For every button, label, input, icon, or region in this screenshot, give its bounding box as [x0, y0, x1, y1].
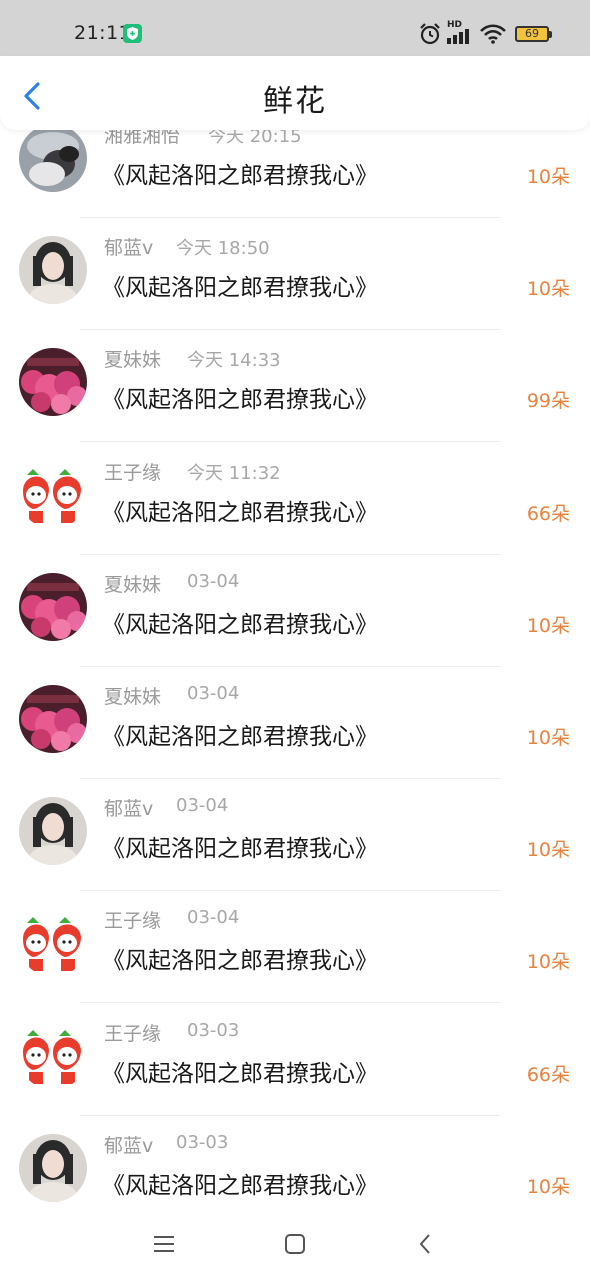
list-item[interactable]: 夏妹妹 03-04 《风起洛阳之郎君撩我心》 10朵: [0, 555, 590, 667]
book-title: 《风起洛阳之郎君撩我心》: [102, 1061, 378, 1087]
list-item[interactable]: 湘雅湘怡 今天 20:15 《风起洛阳之郎君撩我心》 10朵: [0, 128, 590, 218]
list-item[interactable]: 王子缘 03-04 《风起洛阳之郎君撩我心》 10朵: [0, 891, 590, 1003]
sent-time: 03-04: [187, 907, 240, 928]
sender-name: 郁蓝v: [104, 1135, 154, 1157]
system-nav-bar: [0, 1210, 590, 1280]
nav-bar: 鲜花: [0, 56, 590, 130]
list-item[interactable]: 郁蓝v 今天 18:50 《风起洛阳之郎君撩我心》 10朵: [0, 218, 590, 330]
avatar[interactable]: [19, 348, 87, 416]
book-title: 《风起洛阳之郎君撩我心》: [102, 1173, 378, 1199]
flower-amount: 10朵: [526, 278, 570, 300]
sent-time: 03-04: [176, 795, 229, 816]
flower-amount: 66朵: [526, 503, 570, 525]
list-item[interactable]: 王子缘 03-03 《风起洛阳之郎君撩我心》 66朵: [0, 1004, 590, 1116]
list-item[interactable]: 夏妹妹 今天 14:33 《风起洛阳之郎君撩我心》 99朵: [0, 330, 590, 442]
sent-time: 今天 14:33: [187, 350, 281, 371]
sent-time: 今天 11:32: [187, 463, 281, 484]
sender-name: 王子缘: [104, 462, 162, 484]
flower-amount: 66朵: [526, 1064, 570, 1086]
sent-time: 03-04: [187, 683, 240, 704]
sender-name: 王子缘: [104, 910, 162, 932]
sender-name: 夏妹妹: [104, 574, 162, 596]
battery-level: 69: [525, 27, 539, 40]
status-bar: 21:11 HD 69: [0, 0, 590, 56]
book-title: 《风起洛阳之郎君撩我心》: [102, 836, 378, 862]
flower-amount: 10朵: [526, 839, 570, 861]
sent-time: 03-03: [187, 1020, 240, 1041]
avatar[interactable]: [19, 236, 87, 304]
list-item[interactable]: 夏妹妹 03-04 《风起洛阳之郎君撩我心》 10朵: [0, 667, 590, 779]
sender-name: 湘雅湘怡: [104, 128, 181, 147]
book-title: 《风起洛阳之郎君撩我心》: [102, 163, 378, 189]
flower-amount: 10朵: [526, 615, 570, 637]
list-item[interactable]: 王子缘 今天 11:32 《风起洛阳之郎君撩我心》 66朵: [0, 443, 590, 555]
avatar[interactable]: [19, 1022, 87, 1090]
book-title: 《风起洛阳之郎君撩我心》: [102, 387, 378, 413]
battery-tip: [549, 31, 552, 38]
menu-icon[interactable]: [152, 1232, 176, 1260]
flower-amount: 10朵: [526, 166, 570, 188]
row-divider: [80, 441, 500, 442]
avatar[interactable]: [19, 1134, 87, 1202]
signal-icon: [447, 28, 475, 48]
avatar[interactable]: [19, 685, 87, 753]
list-item[interactable]: 郁蓝v 03-04 《风起洛阳之郎君撩我心》 10朵: [0, 779, 590, 891]
avatar[interactable]: [19, 797, 87, 865]
back-chevron-icon[interactable]: [414, 1232, 438, 1260]
flower-amount: 10朵: [526, 727, 570, 749]
avatar[interactable]: [19, 461, 87, 529]
page-title: 鲜花: [263, 84, 327, 119]
avatar[interactable]: [19, 128, 87, 192]
avatar[interactable]: [19, 573, 87, 641]
flower-amount: 10朵: [526, 951, 570, 973]
book-title: 《风起洛阳之郎君撩我心》: [102, 275, 378, 301]
sent-time: 03-03: [176, 1132, 229, 1153]
alarm-icon: [418, 22, 442, 50]
sent-time: 今天 18:50: [176, 238, 270, 259]
avatar[interactable]: [19, 909, 87, 977]
battery-icon: 69: [515, 26, 549, 42]
sender-name: 郁蓝v: [104, 798, 154, 820]
shield-icon: [123, 24, 142, 43]
book-title: 《风起洛阳之郎君撩我心》: [102, 724, 378, 750]
sent-time: 03-04: [187, 571, 240, 592]
sender-name: 郁蓝v: [104, 237, 154, 259]
book-title: 《风起洛阳之郎君撩我心》: [102, 948, 378, 974]
sent-time: 今天 20:15: [208, 128, 302, 147]
flower-amount: 10朵: [526, 1176, 570, 1198]
home-square-icon[interactable]: [283, 1232, 307, 1260]
sender-name: 王子缘: [104, 1023, 162, 1045]
sender-name: 夏妹妹: [104, 686, 162, 708]
book-title: 《风起洛阳之郎君撩我心》: [102, 612, 378, 638]
sender-name: 夏妹妹: [104, 349, 162, 371]
flower-amount: 99朵: [526, 390, 570, 412]
list-item[interactable]: 郁蓝v 03-03 《风起洛阳之郎君撩我心》 10朵: [0, 1116, 590, 1208]
flower-list: 湘雅湘怡 今天 20:15 《风起洛阳之郎君撩我心》 10朵 郁蓝v 今天 18:50 《风…: [0, 128, 590, 1208]
wifi-icon: [480, 24, 506, 48]
row-divider: [80, 1002, 500, 1003]
book-title: 《风起洛阳之郎君撩我心》: [102, 500, 378, 526]
